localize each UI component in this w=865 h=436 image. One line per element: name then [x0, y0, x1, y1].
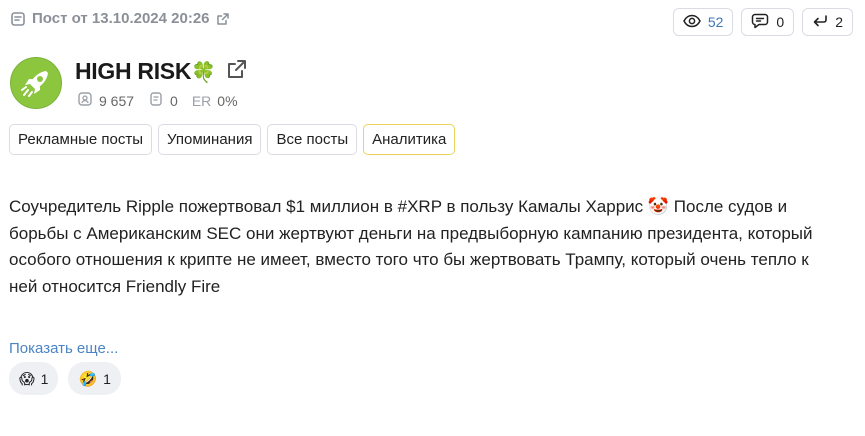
post-stats: 52 0 2 [672, 8, 853, 36]
scream-emoji-icon: 😱 [19, 369, 35, 388]
post-text-part1: Соучредитель Ripple пожертвовал $1 милли… [9, 197, 644, 216]
mentions-count: 0 [170, 92, 178, 109]
reposts-count: 2 [835, 14, 843, 30]
tab-all-posts[interactable]: Все посты [267, 124, 358, 155]
post-date-label: Пост от 13.10.2024 20:26 [32, 10, 210, 27]
tab-analytics[interactable]: Аналитика [363, 124, 456, 155]
channel-stats: 9 657 0 ER 0% [77, 91, 246, 110]
comments-counter[interactable]: 0 [741, 8, 795, 36]
user-icon [77, 91, 93, 110]
repost-icon [812, 14, 828, 31]
post-icon [10, 11, 26, 27]
comment-icon [751, 13, 769, 32]
channel-title: HIGH RISK🍀 [75, 58, 248, 85]
channel-avatar[interactable] [10, 57, 62, 109]
post-meta-link[interactable]: Пост от 13.10.2024 20:26 [10, 10, 230, 27]
reaction-count: 1 [40, 370, 49, 387]
subscribers-stat: 9 657 [77, 91, 134, 110]
show-more-link[interactable]: Показать еще... [9, 340, 118, 357]
mentions-stat: 0 [148, 91, 178, 110]
clover-icon: 🍀 [191, 60, 216, 84]
er-label: ER [191, 92, 212, 109]
reaction-count: 1 [103, 370, 111, 387]
tab-ad-posts[interactable]: Рекламные посты [9, 124, 153, 155]
reaction-item[interactable]: 🤣 1 [68, 362, 121, 395]
rocket-icon [10, 57, 62, 109]
er-value: 0% [217, 92, 238, 109]
top-bar: Пост от 13.10.2024 20:26 52 0 2 [10, 8, 853, 36]
external-link-icon[interactable] [216, 12, 230, 26]
reaction-item[interactable]: 😱 1 [9, 362, 59, 395]
clown-emoji: 🤡 [647, 197, 670, 217]
views-counter[interactable]: 52 [672, 8, 734, 36]
open-channel-icon[interactable] [226, 58, 248, 85]
views-count: 52 [707, 14, 724, 30]
reactions-bar: 😱 1 🤣 1 [9, 362, 121, 395]
post-tabs: Рекламные посты Упоминания Все посты Ана… [9, 124, 456, 155]
subscribers-count: 9 657 [99, 92, 135, 109]
er-stat: ER 0% [192, 93, 238, 109]
eye-icon [682, 14, 701, 31]
channel-name[interactable]: HIGH RISK🍀 [75, 58, 216, 85]
post-body: Соучредитель Ripple пожертвовал $1 милли… [9, 194, 839, 300]
comments-count: 0 [776, 14, 785, 30]
tab-mentions[interactable]: Упоминания [158, 124, 262, 155]
rofl-emoji-icon: 🤣 [78, 369, 98, 388]
reposts-counter[interactable]: 2 [802, 8, 853, 36]
mentions-icon [148, 91, 164, 110]
